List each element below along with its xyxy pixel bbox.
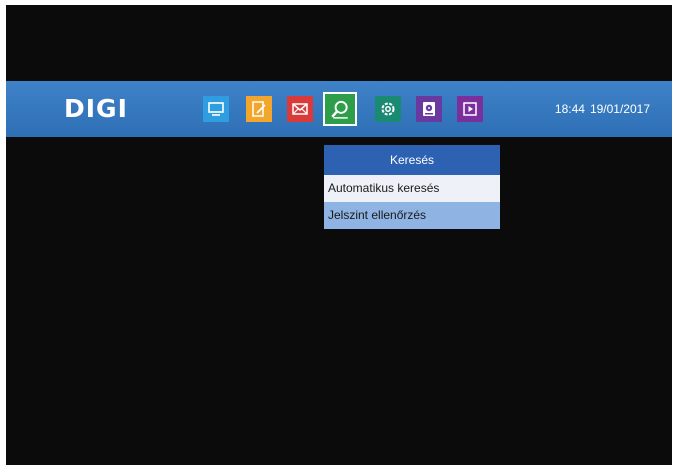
hard-disk-icon: [423, 102, 435, 116]
mail-icon: [292, 103, 308, 115]
gear-icon: [381, 102, 395, 116]
menu-item-signal-check[interactable]: Jelszint ellenőrzés: [324, 202, 500, 229]
clock-time: 18:44: [554, 102, 585, 116]
play-icon: [463, 102, 477, 116]
submenu-title: Keresés: [324, 145, 500, 175]
search-icon: [331, 100, 348, 119]
menu-item-automatic-search[interactable]: Automatikus keresés: [324, 175, 500, 202]
digi-logo: DIGI: [64, 94, 128, 123]
search-submenu: Keresés Automatikus keresés Jelszint ell…: [324, 145, 500, 229]
tv-screen: DIGI 18:44 19/01/2017 Keresés Automatiku…: [6, 5, 672, 465]
settings-tile[interactable]: [375, 96, 401, 122]
top-menu-bar: DIGI 18:44 19/01/2017: [6, 81, 672, 137]
clock-date: 19/01/2017: [589, 102, 650, 116]
mail-tile[interactable]: [287, 96, 313, 122]
edit-icon: [252, 101, 266, 117]
edit-tile[interactable]: [246, 96, 272, 122]
search-tile[interactable]: [323, 92, 357, 126]
tv-icon: [208, 102, 224, 116]
media-tile[interactable]: [457, 96, 483, 122]
clock: 18:44 19/01/2017: [555, 101, 650, 117]
tv-tile[interactable]: [203, 96, 229, 122]
storage-tile[interactable]: [416, 96, 442, 122]
